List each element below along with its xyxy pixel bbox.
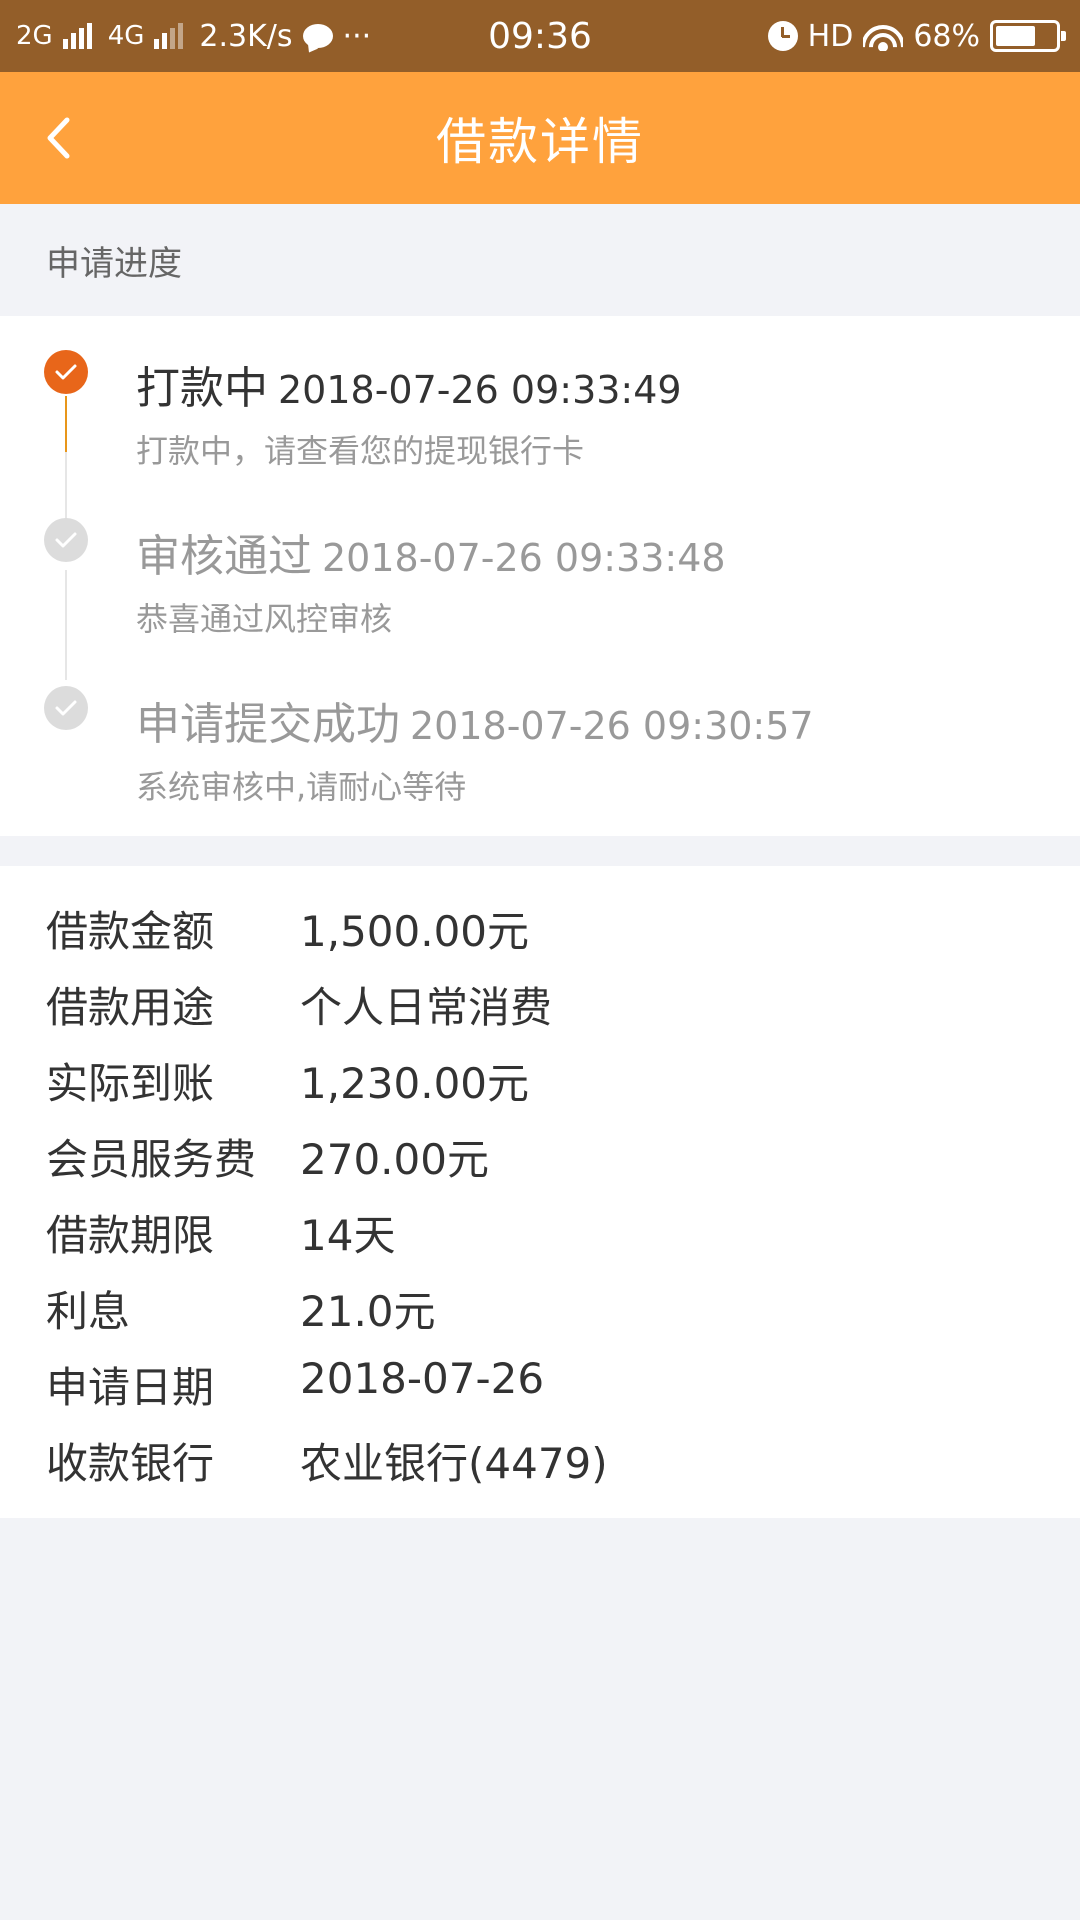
network-speed: 2.3K/s [199, 18, 293, 54]
detail-label: 申请日期 [46, 1363, 215, 1412]
detail-value: 农业银行(4479) [300, 1439, 608, 1488]
alarm-icon [767, 21, 798, 51]
detail-value: 21.0元 [300, 1287, 436, 1336]
detail-value: 14天 [300, 1211, 396, 1260]
timeline-timestamp: 2018-07-26 09:30:57 [410, 704, 814, 748]
detail-value: 个人日常消费 [300, 983, 553, 1032]
timeline-description: 系统审核中,请耐心等待 [136, 768, 467, 806]
timeline-timestamp: 2018-07-26 09:33:48 [322, 536, 726, 580]
timeline-title: 申请提交成功 2018-07-26 09:30:57 [136, 688, 814, 752]
detail-label: 借款用途 [46, 983, 215, 1032]
timeline-title: 审核通过 2018-07-26 09:33:48 [136, 520, 726, 584]
timeline-description: 恭喜通过风控审核 [136, 600, 393, 638]
battery-fill [996, 26, 1036, 46]
loan-details: 借款金额 1,500.00元 借款用途 个人日常消费 实际到账 1,230.00… [0, 866, 1080, 1518]
battery-percent: 68% [913, 18, 980, 54]
detail-value: 1,500.00元 [300, 907, 530, 956]
detail-row-apply-date: 申请日期 2018-07-26 [0, 1342, 1080, 1418]
timeline-timestamp: 2018-07-26 09:33:49 [278, 368, 682, 412]
back-button[interactable] [38, 112, 78, 164]
message-icon [302, 24, 333, 48]
status-left: 2G 4G 2.3K/s ··· [16, 19, 456, 54]
detail-label: 收款银行 [46, 1439, 215, 1488]
detail-label: 借款金额 [46, 907, 215, 956]
check-circle-icon [44, 686, 88, 730]
detail-value: 2018-07-26 [300, 1354, 545, 1403]
timeline-connector-active [65, 396, 67, 452]
detail-label: 利息 [46, 1287, 131, 1336]
more-notifications-icon: ··· [342, 18, 372, 54]
battery-icon [990, 20, 1066, 52]
network-2g-label: 2G [16, 21, 53, 51]
detail-row-interest: 利息 21.0元 [0, 1266, 1080, 1342]
signal-4g-icon [154, 23, 184, 49]
progress-section-title: 申请进度 [0, 204, 1080, 316]
detail-row-purpose: 借款用途 个人日常消费 [0, 962, 1080, 1038]
detail-row-member-fee: 会员服务费 270.00元 [0, 1114, 1080, 1190]
timeline-connector [65, 570, 67, 680]
detail-value: 1,230.00元 [300, 1059, 530, 1108]
signal-2g-icon [62, 23, 92, 49]
wifi-icon [863, 21, 904, 51]
detail-label: 实际到账 [46, 1059, 215, 1108]
detail-value: 270.00元 [300, 1135, 489, 1184]
detail-row-term: 借款期限 14天 [0, 1190, 1080, 1266]
timeline-title: 打款中 2018-07-26 09:33:49 [136, 352, 682, 416]
detail-row-bank: 收款银行 农业银行(4479) [0, 1418, 1080, 1494]
detail-row-received: 实际到账 1,230.00元 [0, 1038, 1080, 1114]
timeline-status: 打款中 [136, 363, 268, 414]
chevron-left-icon [47, 117, 70, 159]
check-circle-icon [44, 350, 88, 394]
detail-label: 借款期限 [46, 1211, 215, 1260]
status-right: HD 68% [767, 0, 1066, 72]
page-title: 借款详情 [436, 113, 644, 171]
detail-row-amount: 借款金额 1,500.00元 [0, 886, 1080, 962]
check-circle-icon [44, 518, 88, 562]
status-bar: 2G 4G 2.3K/s ··· 09:36 HD 68% [0, 0, 1080, 72]
network-4g-label: 4G [107, 21, 145, 51]
timeline-description: 打款中，请查看您的提现银行卡 [136, 432, 585, 470]
hd-label: HD [807, 18, 854, 54]
detail-label: 会员服务费 [46, 1135, 257, 1184]
nav-bar: 借款详情 [0, 72, 1080, 204]
timeline-status: 审核通过 [136, 531, 312, 582]
timeline-status: 申请提交成功 [136, 699, 400, 750]
progress-timeline: 打款中 2018-07-26 09:33:49 打款中，请查看您的提现银行卡 审核… [0, 316, 1080, 836]
